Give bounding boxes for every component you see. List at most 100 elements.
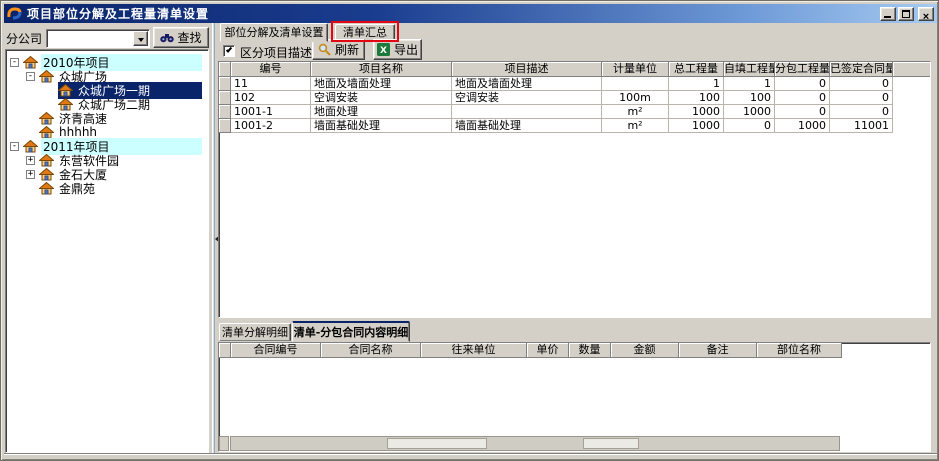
column-header[interactable]: 项目名称: [311, 62, 452, 77]
cell-sub-qty: 0: [775, 77, 830, 91]
cell-unit: [602, 77, 669, 91]
svg-text:X: X: [380, 46, 387, 56]
column-header[interactable]: 合同编号: [231, 343, 321, 358]
cell-name: 地面处理: [311, 105, 452, 119]
window-bottom-edge: [4, 453, 937, 459]
table-row[interactable]: 1001-1 地面处理 m² 1000 1000 0 0: [219, 105, 930, 119]
cell-self-qty: 1: [724, 77, 775, 91]
app-icon: [7, 6, 22, 21]
column-header[interactable]: 已签定合同量: [830, 62, 893, 77]
tree-item-label: 金鼎苑: [57, 180, 97, 197]
footer-panel-2[interactable]: [583, 438, 639, 449]
cell-code: 1001-2: [231, 119, 311, 133]
house-icon: [39, 154, 54, 167]
tree-item-jinshi-tower[interactable]: + 金石大厦: [6, 167, 208, 181]
refresh-button[interactable]: 刷新: [312, 39, 365, 60]
minimize-icon: [884, 16, 891, 18]
tab-list-subcontract-detail[interactable]: 清单-分包合同内容明细: [292, 321, 410, 342]
column-header[interactable]: 合同名称: [321, 343, 421, 358]
table-row[interactable]: 102 空调安装 空调安装 100m 100 100 0 0: [219, 91, 930, 105]
cell-self-qty: 1000: [724, 105, 775, 119]
house-icon: [39, 182, 54, 195]
column-header[interactable]: 往来单位: [421, 343, 527, 358]
house-icon: [39, 112, 54, 125]
cell-description: [452, 105, 602, 119]
column-header[interactable]: 自填工程量: [724, 62, 775, 77]
filter-checkbox-label: 区分项目描述: [240, 44, 312, 61]
collapse-minus-icon[interactable]: -: [10, 142, 19, 151]
cell-description: 空调安装: [452, 91, 602, 105]
column-header[interactable]: 编号: [231, 62, 311, 77]
column-header[interactable]: 总工程量: [669, 62, 724, 77]
column-header[interactable]: 部位名称: [757, 343, 842, 358]
house-icon: [23, 140, 38, 153]
row-indicator: [219, 119, 231, 133]
cell-name: 空调安装: [311, 91, 452, 105]
house-icon: [58, 84, 73, 97]
app-window: 项目部位分解及工程量清单设置 × 分公司 查找: [0, 0, 939, 461]
search-button-label: 查找: [177, 29, 201, 46]
tree-item-jinding-garden[interactable]: 金鼎苑: [6, 181, 208, 195]
row-indicator-header: [219, 343, 231, 358]
excel-icon: X: [377, 43, 390, 56]
cell-name: 墙面基础处理: [311, 119, 452, 133]
checkmark-icon: [226, 46, 232, 52]
summary-grid-header: 编号 项目名称 项目描述 计量单位 总工程量 自填工程量 分包工程量 已签定合同…: [219, 62, 930, 77]
tab-list-breakdown-detail[interactable]: 清单分解明细: [219, 323, 291, 341]
detail-grid-header: 合同编号 合同名称 往来单位 单价 数量 金额 备注 部位名称: [219, 343, 930, 358]
cell-name: 地面及墙面处理: [311, 77, 452, 91]
collapse-minus-icon[interactable]: -: [10, 58, 19, 67]
summary-grid: 编号 项目名称 项目描述 计量单位 总工程量 自填工程量 分包工程量 已签定合同…: [218, 61, 931, 318]
cell-code: 11: [231, 77, 311, 91]
cell-signed-qty: 11001: [830, 119, 893, 133]
table-row[interactable]: 1001-2 墙面基础处理 墙面基础处理 m² 1000 0 1000 1100…: [219, 119, 930, 133]
tab-part-breakdown-settings[interactable]: 部位分解及清单设置: [220, 23, 328, 42]
cell-total-qty: 100: [669, 91, 724, 105]
cell-self-qty: 0: [724, 119, 775, 133]
cell-sub-qty: 0: [775, 105, 830, 119]
company-select[interactable]: [46, 29, 150, 48]
column-header[interactable]: 项目描述: [452, 62, 602, 77]
house-icon: [39, 168, 54, 181]
tree-item-label: 济青高速: [57, 110, 109, 127]
refresh-button-label: 刷新: [335, 41, 359, 58]
cell-signed-qty: 0: [830, 91, 893, 105]
column-header[interactable]: 单价: [527, 343, 569, 358]
window-controls: ×: [880, 7, 934, 21]
maximize-button[interactable]: [898, 7, 914, 21]
house-icon: [23, 56, 38, 69]
tree-item-jiqing-expressway[interactable]: 济青高速: [6, 111, 208, 125]
row-indicator: [219, 105, 231, 119]
cell-unit: 100m: [602, 91, 669, 105]
minimize-button[interactable]: [880, 7, 896, 21]
cell-unit: m²: [602, 105, 669, 119]
maximize-icon: [902, 10, 910, 18]
splitter[interactable]: [209, 23, 218, 453]
column-header[interactable]: 分包工程量: [775, 62, 830, 77]
expand-plus-icon[interactable]: +: [26, 170, 35, 179]
table-row[interactable]: 11 地面及墙面处理 地面及墙面处理 1 1 0 0: [219, 77, 930, 91]
column-header[interactable]: 数量: [569, 343, 611, 358]
row-indicator-header: [219, 62, 231, 77]
expand-plus-icon[interactable]: +: [26, 156, 35, 165]
collapse-minus-icon[interactable]: -: [26, 72, 35, 81]
binoculars-icon: [160, 33, 174, 43]
column-header[interactable]: 计量单位: [602, 62, 669, 77]
column-header[interactable]: 备注: [679, 343, 757, 358]
house-icon: [39, 70, 54, 83]
filter-checkbox[interactable]: [223, 45, 235, 57]
footer-panel-1[interactable]: [387, 438, 487, 449]
project-tree: - 2010年项目 - 众城广场 众城广场一期 众城广场二期 济青高速 hhhh…: [5, 49, 209, 453]
magnifier-icon: [318, 43, 331, 56]
close-button[interactable]: ×: [918, 7, 934, 21]
window-title: 项目部位分解及工程量清单设置: [27, 5, 209, 22]
column-header[interactable]: 金额: [611, 343, 679, 358]
search-button[interactable]: 查找: [153, 27, 209, 48]
cell-signed-qty: 0: [830, 105, 893, 119]
company-select-dropdown-button[interactable]: [133, 31, 148, 46]
close-icon: ×: [923, 11, 929, 23]
titlebar: 项目部位分解及工程量清单设置 ×: [4, 4, 937, 23]
export-button[interactable]: X 导出: [373, 39, 422, 60]
cell-code: 1001-1: [231, 105, 311, 119]
footer-corner-box: [219, 436, 229, 451]
